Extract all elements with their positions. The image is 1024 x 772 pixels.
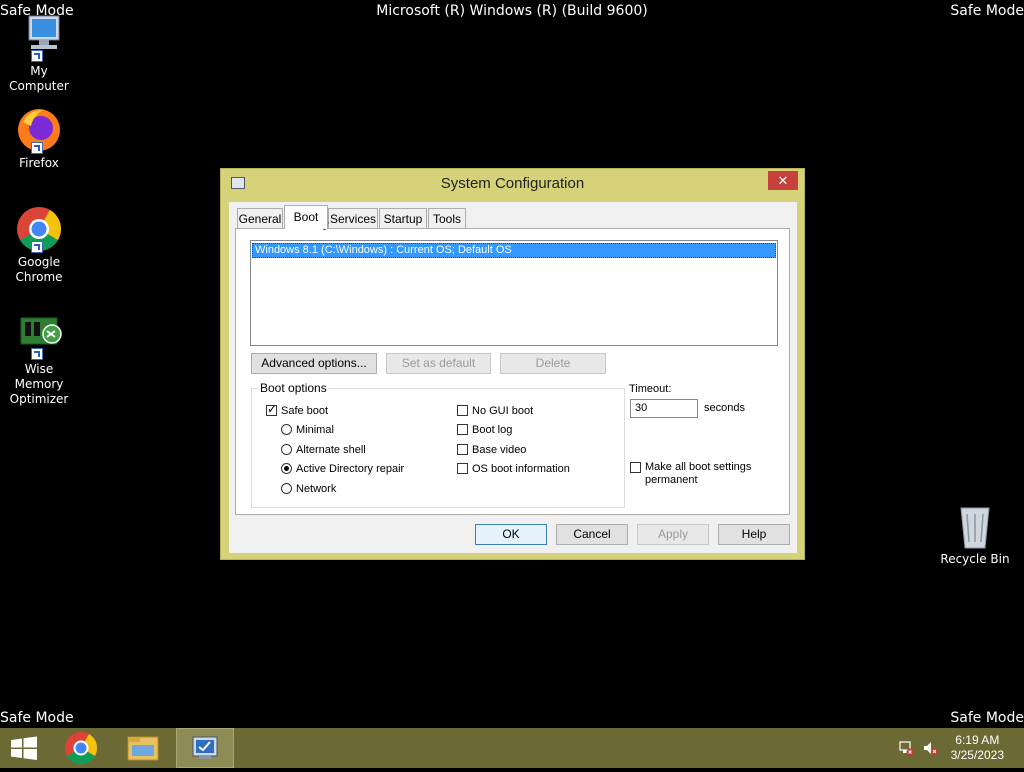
seconds-label: seconds — [704, 402, 745, 414]
desktop-icon-firefox[interactable]: Firefox — [0, 106, 79, 171]
desktop-icon-recycle-bin[interactable]: Recycle Bin — [935, 502, 1015, 567]
advanced-options-button[interactable]: Advanced options... — [251, 353, 377, 374]
radio-selected-icon — [281, 463, 292, 474]
minimal-label: Minimal — [296, 424, 334, 436]
shortcut-arrow-icon — [31, 50, 43, 62]
start-button[interactable] — [0, 728, 48, 768]
active-directory-repair-radio[interactable]: Active Directory repair — [281, 463, 404, 476]
safe-boot-label: Safe boot — [281, 405, 329, 417]
windows-build-text: Microsoft (R) Windows (R) (Build 9600) — [376, 3, 648, 19]
desktop-icon-wise-memory-optimizer[interactable]: Wise Memory Optimizer — [0, 312, 79, 407]
checkbox-icon — [457, 463, 468, 474]
dialog-client-area: General Boot Services Startup Tools Wind… — [229, 202, 797, 553]
set-as-default-button[interactable]: Set as default — [386, 353, 491, 374]
network-radio[interactable]: Network — [281, 483, 336, 496]
system-configuration-dialog: System Configuration ✕ General Boot Serv… — [220, 168, 805, 560]
delete-button[interactable]: Delete — [500, 353, 606, 374]
volume-muted-icon[interactable] — [922, 740, 938, 756]
radio-icon — [281, 483, 292, 494]
close-button[interactable]: ✕ — [768, 171, 798, 190]
boot-log-checkbox[interactable]: Boot log — [457, 424, 512, 437]
safe-mode-label-bottom-left: Safe Mode — [0, 710, 74, 726]
folder-icon — [127, 736, 159, 761]
desktop-icon-label: Google Chrome — [15, 255, 63, 284]
checkbox-icon — [457, 424, 468, 435]
make-permanent-checkbox[interactable]: Make all boot settings permanent — [630, 461, 751, 487]
active-directory-repair-label: Active Directory repair — [296, 463, 405, 475]
desktop-icon-label: My Computer — [9, 64, 69, 93]
checkbox-icon — [457, 444, 468, 455]
windows-logo-icon — [11, 736, 37, 760]
no-gui-boot-checkbox[interactable]: No GUI boot — [457, 405, 533, 418]
boot-options-label: Boot options — [258, 381, 329, 395]
safe-boot-checkbox[interactable]: Safe boot — [266, 403, 329, 418]
cancel-button[interactable]: Cancel — [556, 524, 628, 545]
tab-general[interactable]: General — [237, 208, 283, 228]
timeout-label: Timeout: — [629, 383, 672, 395]
radio-icon — [281, 444, 292, 455]
clock-time: 6:19 AM — [955, 733, 1000, 747]
clock-date: 3/25/2023 — [950, 748, 1004, 762]
boot-log-label: Boot log — [472, 424, 513, 436]
taskbar-system-configuration[interactable] — [176, 728, 234, 768]
desktop-icon-label: Wise Memory Optimizer — [9, 362, 69, 406]
os-boot-information-label: OS boot information — [472, 463, 570, 475]
chrome-icon — [15, 205, 63, 253]
taskbar-chrome[interactable] — [52, 728, 110, 768]
desktop-icon-label: Recycle Bin — [940, 552, 1010, 566]
timeout-input[interactable]: 30 — [630, 399, 698, 418]
alternate-shell-label: Alternate shell — [296, 444, 366, 456]
shortcut-arrow-icon — [31, 241, 43, 253]
recycle-bin-icon — [951, 502, 999, 550]
desktop-icon-my-computer[interactable]: My Computer — [0, 14, 79, 94]
msconfig-icon — [192, 736, 218, 759]
chrome-icon — [65, 732, 98, 765]
radio-icon — [281, 424, 292, 435]
dialog-title: System Configuration — [440, 175, 585, 192]
boot-tab-panel: Windows 8.1 (C:\Windows) : Current OS; D… — [235, 228, 790, 515]
base-video-label: Base video — [472, 444, 527, 456]
shortcut-arrow-icon — [31, 348, 43, 360]
firefox-icon — [15, 106, 63, 154]
checkbox-icon — [457, 405, 468, 416]
list-item[interactable]: Windows 8.1 (C:\Windows) : Current OS; D… — [252, 243, 776, 258]
os-list[interactable]: Windows 8.1 (C:\Windows) : Current OS; D… — [250, 240, 778, 346]
desktop-icon-label: Firefox — [19, 156, 59, 170]
make-permanent-label-line2: permanent — [645, 474, 698, 486]
safe-mode-label-bottom-right: Safe Mode — [950, 710, 1024, 726]
taskbar: 6:19 AM 3/25/2023 — [0, 728, 1024, 768]
taskbar-clock[interactable]: 6:19 AM 3/25/2023 — [951, 733, 1004, 763]
network-status-icon[interactable] — [898, 740, 914, 756]
desktop-icon-google-chrome[interactable]: Google Chrome — [0, 205, 79, 285]
shortcut-arrow-icon — [31, 142, 43, 154]
make-permanent-label-line1: Make all boot settings — [645, 461, 752, 473]
alternate-shell-radio[interactable]: Alternate shell — [281, 444, 366, 457]
network-label: Network — [296, 483, 337, 495]
no-gui-boot-label: No GUI boot — [472, 405, 534, 417]
memory-chip-icon — [15, 312, 63, 360]
tab-tools[interactable]: Tools — [428, 208, 466, 228]
computer-icon — [15, 14, 63, 62]
minimal-radio[interactable]: Minimal — [281, 424, 334, 437]
tab-boot[interactable]: Boot — [284, 205, 328, 229]
checkbox-checked-icon — [266, 403, 277, 416]
tab-services[interactable]: Services — [328, 208, 378, 228]
help-button[interactable]: Help — [718, 524, 790, 545]
checkbox-icon — [630, 462, 641, 473]
apply-button[interactable]: Apply — [637, 524, 709, 545]
taskbar-file-explorer[interactable] — [114, 728, 172, 768]
os-boot-information-checkbox[interactable]: OS boot information — [457, 463, 570, 476]
base-video-checkbox[interactable]: Base video — [457, 444, 526, 457]
tab-startup[interactable]: Startup — [379, 208, 427, 228]
ok-button[interactable]: OK — [475, 524, 547, 545]
